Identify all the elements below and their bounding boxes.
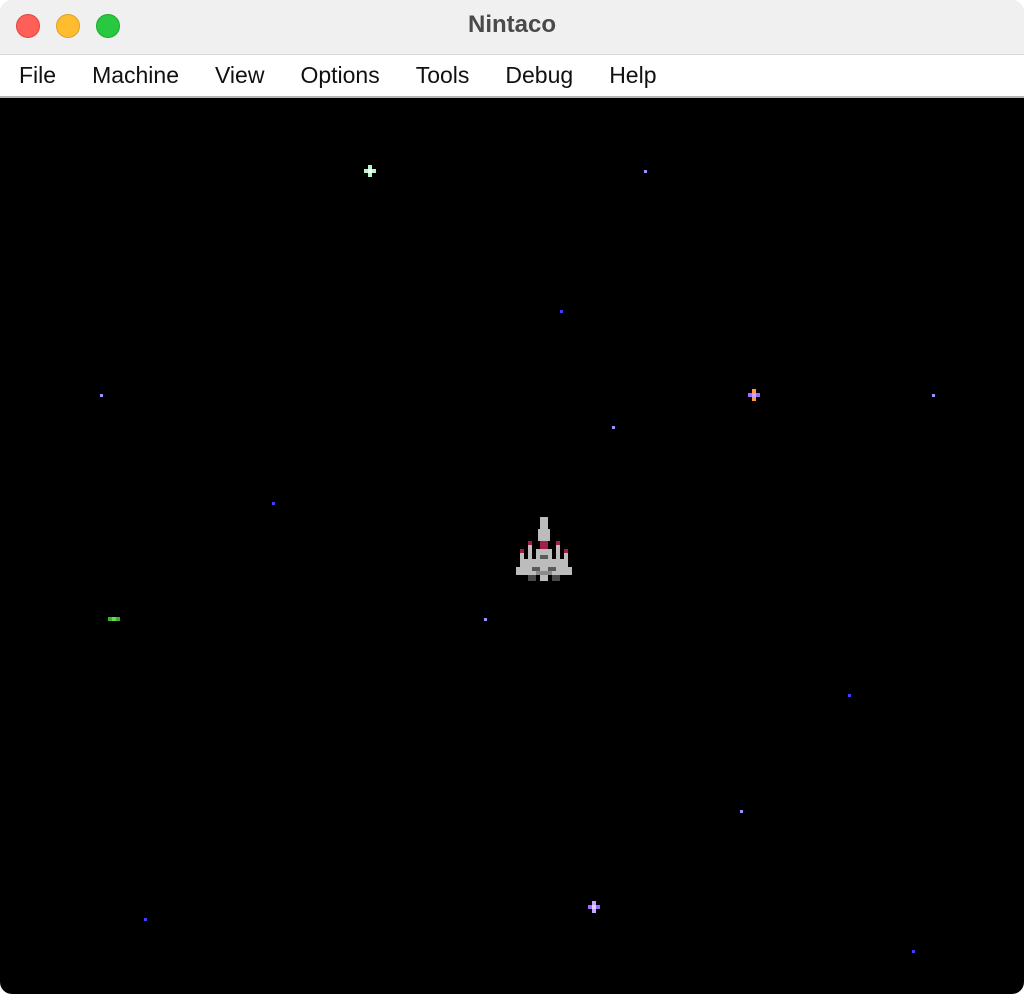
sparkle-star bbox=[748, 389, 760, 401]
star bbox=[100, 394, 103, 397]
menu-file[interactable]: File bbox=[0, 55, 74, 96]
menu-help[interactable]: Help bbox=[591, 55, 674, 96]
star bbox=[144, 918, 147, 921]
star bbox=[932, 394, 935, 397]
sparkle-star bbox=[588, 901, 600, 913]
menu-debug[interactable]: Debug bbox=[487, 55, 591, 96]
sparkle-star bbox=[108, 617, 120, 621]
star bbox=[560, 310, 563, 313]
sparkle-star bbox=[364, 165, 376, 177]
menu-bar: File Machine View Options Tools Debug He… bbox=[0, 55, 1024, 98]
star bbox=[740, 810, 743, 813]
menu-view[interactable]: View bbox=[197, 55, 282, 96]
title-bar[interactable]: Nintaco bbox=[0, 0, 1024, 55]
star bbox=[912, 950, 915, 953]
star bbox=[612, 426, 615, 429]
menu-tools[interactable]: Tools bbox=[398, 55, 488, 96]
menu-machine[interactable]: Machine bbox=[74, 55, 197, 96]
emulator-screen[interactable] bbox=[0, 98, 1024, 994]
star bbox=[848, 694, 851, 697]
spaceship-sprite bbox=[516, 517, 572, 581]
star bbox=[484, 618, 487, 621]
star bbox=[644, 170, 647, 173]
app-window: Nintaco File Machine View Options Tools … bbox=[0, 0, 1024, 994]
star bbox=[272, 502, 275, 505]
menu-options[interactable]: Options bbox=[282, 55, 397, 96]
window-title: Nintaco bbox=[467, 11, 556, 38]
